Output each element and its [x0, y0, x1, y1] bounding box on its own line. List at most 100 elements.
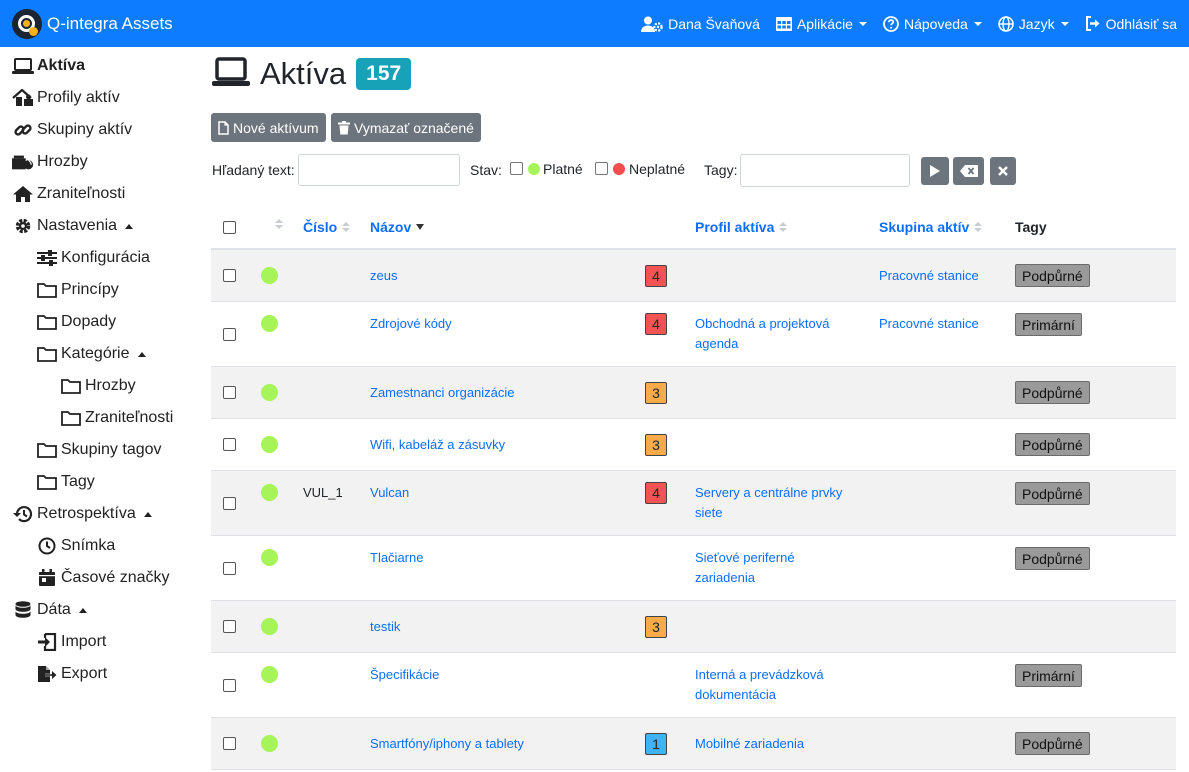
- row-checkbox[interactable]: [223, 496, 236, 510]
- row-tag-badge[interactable]: Primární: [1015, 664, 1082, 687]
- table-icon: [775, 16, 792, 31]
- new-asset-button[interactable]: Nové aktívum: [211, 113, 326, 142]
- sidebar-item-principles[interactable]: Princípy: [36, 276, 119, 304]
- sidebar-item-label: Časové značky: [61, 569, 170, 586]
- history-icon: [12, 504, 34, 524]
- delete-selected-button[interactable]: Vymazať označené: [331, 113, 481, 142]
- row-status-dot: [261, 436, 278, 453]
- sidebar-item-category-vulnerabilities[interactable]: Zraniteľnosti: [60, 404, 173, 432]
- row-tag-badge[interactable]: Podpůrné: [1015, 482, 1090, 505]
- valid-label: Platné: [543, 161, 583, 177]
- house-user-icon: [12, 88, 34, 108]
- new-asset-label: Nové aktívum: [233, 119, 319, 136]
- row-checkbox[interactable]: [223, 737, 236, 750]
- row-tag-badge[interactable]: Primární: [1015, 313, 1082, 336]
- status-sort-header[interactable]: [270, 219, 283, 229]
- row-tag-badge[interactable]: Podpůrné: [1015, 732, 1090, 755]
- row-checkbox[interactable]: [223, 327, 236, 341]
- sidebar-item-data[interactable]: Dáta: [12, 596, 87, 624]
- row-tag-badge[interactable]: Podpůrné: [1015, 264, 1090, 287]
- chevron-up-icon: [78, 607, 87, 613]
- row-name-link[interactable]: Tlačiarne: [370, 548, 423, 568]
- row-status-dot: [261, 549, 278, 566]
- row-name-link[interactable]: Zdrojové kódy: [370, 314, 452, 334]
- invalid-status-dot: [613, 163, 625, 175]
- sidebar-item-tags[interactable]: Tagy: [36, 468, 95, 496]
- header-number[interactable]: Číslo: [303, 219, 351, 235]
- row-tag-badge[interactable]: Podpůrné: [1015, 433, 1090, 456]
- nav-user[interactable]: Dana Švaňová: [641, 16, 760, 32]
- row-tag-badge[interactable]: Podpůrné: [1015, 381, 1090, 404]
- sidebar-item-profiles[interactable]: Profily aktív: [12, 84, 120, 112]
- row-tag-badge[interactable]: Podpůrné: [1015, 547, 1090, 570]
- sidebar-item-tag-groups[interactable]: Skupiny tagov: [36, 436, 162, 464]
- apply-filter-button[interactable]: [921, 157, 949, 185]
- reset-filter-button[interactable]: [990, 157, 1016, 185]
- sidebar-item-settings[interactable]: Nastavenia: [12, 212, 134, 240]
- sidebar-item-retrospective[interactable]: Retrospektíva: [12, 500, 152, 528]
- sidebar-item-threats[interactable]: Hrozby: [12, 148, 88, 176]
- tags-input[interactable]: [740, 154, 910, 187]
- nav-language[interactable]: Jazyk: [997, 16, 1069, 32]
- row-name-link[interactable]: Zamestnanci organizácie: [370, 383, 515, 403]
- row-profile-link[interactable]: Obchodná a projektová agenda: [695, 314, 829, 354]
- chevron-down-icon: [973, 21, 982, 26]
- row-checkbox[interactable]: [223, 386, 236, 399]
- sidebar-item-timestamps[interactable]: Časové značky: [36, 564, 170, 592]
- row-name-link[interactable]: Špecifikácie: [370, 665, 439, 685]
- table-row: zeus 4 Pracovné stanice Podpůrné: [211, 250, 1176, 302]
- brand[interactable]: Q-integra Assets: [0, 0, 173, 47]
- sidebar-item-impacts[interactable]: Dopady: [36, 308, 116, 336]
- row-profile-line2: siete: [695, 505, 723, 520]
- row-profile-line1: Mobilné zariadenia: [695, 736, 805, 751]
- row-group-link[interactable]: Pracovné stanice: [879, 266, 979, 286]
- row-profile-link[interactable]: Interná a prevádzková dokumentácia: [695, 665, 824, 705]
- select-all-checkbox[interactable]: [223, 221, 236, 234]
- sidebar-item-groups[interactable]: Skupiny aktív: [12, 116, 132, 144]
- row-number: VUL_1: [303, 485, 343, 500]
- row-checkbox[interactable]: [223, 438, 236, 451]
- row-profile-link[interactable]: Sieťové periferné zariadenia: [695, 548, 795, 588]
- row-name-link[interactable]: Smartfóny/iphony a tablety: [370, 734, 524, 754]
- row-status-dot: [261, 618, 278, 635]
- row-checkbox[interactable]: [223, 561, 236, 575]
- sidebar-item-configuration[interactable]: Konfigurácia: [36, 244, 150, 272]
- sidebar-item-categories[interactable]: Kategórie: [36, 340, 146, 368]
- sidebar-item-category-threats[interactable]: Hrozby: [60, 372, 136, 400]
- sidebar-item-label: Princípy: [61, 281, 119, 298]
- sort-desc-icon: [416, 224, 425, 230]
- row-name-link[interactable]: Wifi, kabeláž a zásuvky: [370, 435, 505, 455]
- row-level-badge: 4: [645, 265, 667, 287]
- sidebar-item-vulnerabilities[interactable]: Zraniteľnosti: [12, 180, 125, 208]
- nav-help[interactable]: Nápoveda: [883, 16, 982, 32]
- sidebar-item-label: Konfigurácia: [61, 249, 150, 266]
- row-profile-link[interactable]: Servery a centrálne prvky siete: [695, 483, 842, 523]
- header-group[interactable]: Skupina aktív: [879, 219, 983, 235]
- sidebar-item-snapshot[interactable]: Snímka: [36, 532, 115, 560]
- row-name-link[interactable]: zeus: [370, 266, 397, 286]
- sidebar-item-export[interactable]: Export: [36, 660, 107, 688]
- valid-checkbox[interactable]: [510, 162, 523, 175]
- sidebar-item-import[interactable]: Import: [36, 628, 106, 656]
- row-group-link[interactable]: Pracovné stanice: [879, 314, 979, 334]
- row-name-link[interactable]: testik: [370, 617, 400, 637]
- row-checkbox[interactable]: [223, 678, 236, 692]
- row-profile-link[interactable]: Mobilné zariadenia: [695, 734, 804, 754]
- row-checkbox[interactable]: [223, 269, 236, 282]
- search-input[interactable]: [298, 154, 460, 186]
- row-checkbox[interactable]: [223, 620, 236, 633]
- sidebar-item-label: Zraniteľnosti: [85, 409, 174, 426]
- nav-logout[interactable]: Odhlásiť sa: [1085, 16, 1177, 32]
- nav-apps[interactable]: Aplikácie: [775, 16, 867, 32]
- clear-text-button[interactable]: [953, 157, 984, 185]
- header-name[interactable]: Názov: [370, 219, 425, 235]
- header-profile[interactable]: Profil aktíva: [695, 219, 788, 235]
- sidebar-item-assets[interactable]: Aktíva: [12, 52, 85, 80]
- folder-icon: [36, 440, 58, 460]
- calendar-icon: [36, 568, 58, 588]
- table-row: Tlačiarne Sieťové periferné zariadenia Podp…: [211, 536, 1176, 601]
- invalid-label: Neplatné: [629, 161, 686, 177]
- sidebar-item-label: Export: [61, 665, 108, 682]
- invalid-checkbox[interactable]: [595, 162, 608, 175]
- row-name-link[interactable]: Vulcan: [370, 483, 409, 503]
